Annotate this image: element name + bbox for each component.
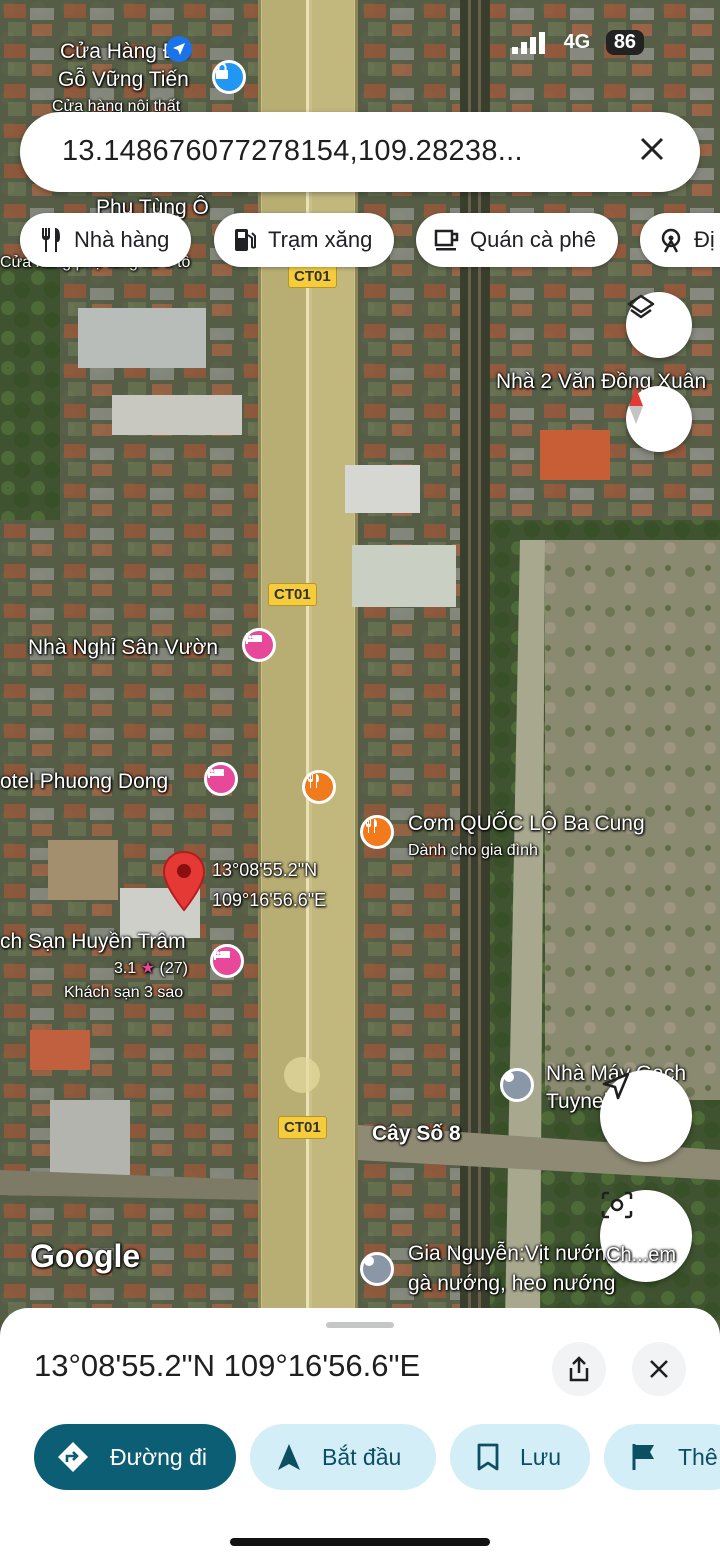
pin-latitude: 13°08'55.2"N [212,860,318,880]
directions-label: Đường đi [110,1443,207,1470]
location-active-icon [166,36,192,62]
close-button[interactable] [632,1342,686,1396]
navigation-arrow-icon [602,1072,630,1100]
place-marker-icon[interactable] [500,1068,534,1102]
navigation-icon [278,1444,300,1470]
road-shield: CT01 [268,583,317,606]
chip-restaurants[interactable]: Nhà hàng [20,213,192,267]
more-label: Thê [678,1443,718,1470]
start-label: Bắt đầu [322,1443,402,1470]
bookmark-icon [477,1443,499,1471]
chip-gas-stations[interactable]: Trạm xăng [214,213,395,267]
dropped-pin-icon[interactable] [162,850,206,912]
place-label[interactable]: Nhà Nghỉ Sân Vườn [28,636,218,660]
place-subtitle: gà nướng, heo nướng [408,1272,616,1295]
save-button[interactable]: Lưu [450,1424,590,1490]
place-subtitle: Khách sạn 3 sao [64,984,184,1001]
signal-icon [512,31,545,54]
restaurant-icon[interactable] [302,770,336,804]
save-label: Lưu [520,1443,561,1470]
my-location-button[interactable] [600,1070,692,1162]
flag-icon [632,1444,654,1470]
home-indicator [230,1538,490,1546]
gas-station-icon [232,227,258,253]
close-icon [650,1360,668,1378]
close-icon[interactable] [632,130,672,170]
compass-button[interactable] [626,386,692,452]
battery-icon: 86 [605,30,645,55]
sheet-coordinates: 13°08'55.2"N 109°16'56.6"E [34,1348,421,1383]
hotel-icon[interactable] [204,762,238,796]
drag-handle[interactable] [326,1322,394,1328]
layers-icon [627,294,655,319]
hotel-icon[interactable] [210,944,244,978]
place-sheet[interactable]: 13°08'55.2"N 109°16'56.6"E Đường đi Bắt … [0,1308,720,1560]
place-marker-icon[interactable] [360,1252,394,1286]
restaurant-icon [38,227,64,253]
place-subtitle: Dành cho gia đình [408,842,538,859]
hotel-icon[interactable] [242,628,276,662]
coffee-icon [434,227,460,253]
status-bar: 4G 86 [512,30,645,66]
star-icon: ★ [140,960,156,977]
chip-attractions[interactable]: Đị [640,213,720,267]
road-label: Cây Số 8 [372,1122,461,1145]
rating-value: 3.1 [114,960,137,977]
hotel-rating-row: 3.1 ★ (27) [114,958,188,978]
add-label-button[interactable]: Thê [604,1424,720,1490]
road-shield: CT01 [288,265,337,288]
network-type: 4G [563,31,591,53]
satellite-map[interactable]: CT01 CT01 CT01 Cửa Hàng Đồ Gỗ Vững Tiến … [0,0,720,1320]
chip-label: Quán cà phê [470,227,596,252]
place-label[interactable]: Gia Nguyễn:Vịt nướng [408,1242,618,1266]
share-button[interactable] [552,1342,606,1396]
directions-icon [58,1442,88,1472]
camera-search-icon [601,1191,633,1219]
search-input[interactable]: 13.148676077278154,109.28238... [62,135,523,168]
layers-button[interactable] [626,292,692,358]
place-label[interactable]: Cơm QUỐC LỘ Ba Cung [408,812,645,836]
start-button[interactable]: Bắt đầu [250,1424,436,1490]
share-icon [569,1356,589,1382]
battery-level: 86 [613,31,637,53]
attraction-icon [658,227,684,253]
restaurant-icon[interactable] [360,815,394,849]
chip-label: Nhà hàng [74,227,170,252]
review-count: (27) [159,960,188,977]
place-label[interactable]: Tuynel [546,1090,608,1114]
road-shield: CT01 [278,1116,327,1139]
place-label[interactable]: Gỗ Vững Tiến [58,68,189,92]
place-label[interactable]: ch Sạn Huyền Trâm [0,930,186,954]
directions-button[interactable]: Đường đi [34,1424,236,1490]
place-label[interactable]: otel Phuong Dong [0,770,168,794]
chip-coffee[interactable]: Quán cà phê [416,213,618,267]
compass-icon [629,388,643,424]
google-logo: Google [30,1238,141,1274]
pin-longitude: 109°16'56.6"E [212,890,327,910]
lens-label: Ch...em [606,1244,677,1266]
search-bar[interactable]: 13.148676077278154,109.28238... [20,112,700,192]
chip-label: Đị [694,227,715,252]
chip-label: Trạm xăng [268,227,373,252]
lock-icon[interactable] [212,60,246,94]
lens-button[interactable] [600,1190,692,1282]
